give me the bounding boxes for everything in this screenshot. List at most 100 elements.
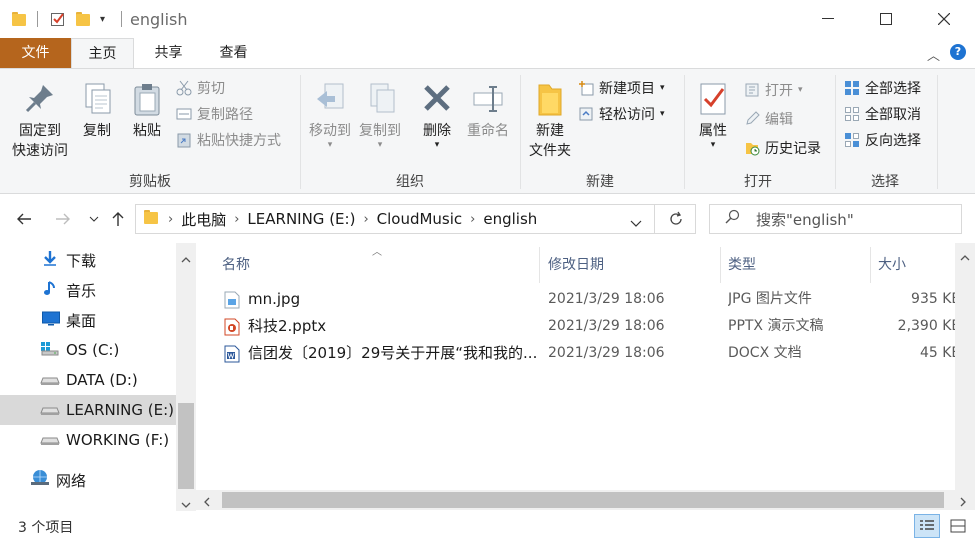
search-icon — [724, 209, 740, 229]
new-item-icon — [578, 80, 594, 96]
column-header-type[interactable]: 类型 — [728, 247, 756, 283]
move-to-button[interactable]: 移动到 ▾ — [304, 81, 356, 150]
tab-file[interactable]: 文件 — [0, 38, 71, 68]
open-button[interactable]: 打开 ▾ — [744, 79, 803, 101]
details-view-icon[interactable] — [914, 514, 940, 538]
address-bar[interactable]: › 此电脑 › LEARNING (E:) › CloudMusic › eng… — [135, 204, 696, 234]
column-divider[interactable] — [539, 247, 540, 283]
nav-item-label: LEARNING (E:) — [66, 401, 175, 419]
new-item-button[interactable]: 新建项目 ▾ — [578, 77, 665, 99]
breadcrumb-this-pc[interactable]: 此电脑 — [175, 209, 232, 230]
copy-button[interactable]: 复制 — [74, 81, 120, 141]
breadcrumb-current[interactable]: english — [477, 210, 543, 228]
nav-item-network[interactable]: 网络 — [0, 465, 176, 495]
address-history-chevron-icon[interactable] — [630, 215, 642, 231]
table-row[interactable]: 科技2.pptx 2021/3/29 18:06 PPTX 演示文稿 2,390… — [216, 313, 961, 340]
nav-scrollbar[interactable] — [176, 243, 196, 511]
column-divider[interactable] — [870, 247, 871, 283]
navigation-pane: 下载 音乐 桌面 OS (C:) DATA (D:) LEARNING (E:) — [0, 243, 196, 511]
properties-chevron-icon: ▾ — [710, 140, 716, 150]
new-folder-button[interactable]: 新建 文件夹 — [524, 81, 576, 161]
nav-item-os-c[interactable]: OS (C:) — [0, 335, 176, 365]
column-header-name[interactable]: 名称 — [222, 247, 250, 283]
tab-home[interactable]: 主页 — [71, 38, 134, 69]
desktop-icon — [42, 310, 60, 330]
tab-share[interactable]: 共享 — [137, 38, 200, 68]
scroll-up-chevron-icon[interactable] — [181, 251, 191, 267]
group-label-open: 打开 — [744, 174, 772, 190]
paste-shortcut-icon — [176, 132, 192, 148]
nav-scroll-thumb[interactable] — [178, 403, 194, 489]
forward-arrow-icon[interactable] — [51, 207, 75, 231]
new-folder-quick-icon[interactable] — [76, 9, 90, 29]
back-arrow-icon[interactable] — [12, 207, 36, 231]
customize-toolbar-chevron-icon[interactable]: ▾ — [100, 9, 105, 29]
scroll-down-chevron-icon[interactable] — [181, 496, 191, 512]
help-icon[interactable]: ? — [950, 44, 966, 60]
pin-label-line2: 快速访问 — [12, 143, 68, 159]
file-list-horizontal-scrollbar[interactable] — [196, 490, 975, 510]
scroll-right-chevron-icon[interactable] — [960, 495, 966, 511]
column-header-date[interactable]: 修改日期 — [548, 247, 604, 283]
large-icons-view-icon[interactable] — [945, 514, 971, 538]
properties-button[interactable]: 属性 ▾ — [690, 81, 736, 150]
scroll-left-chevron-icon[interactable] — [204, 495, 210, 511]
close-button[interactable] — [915, 0, 973, 38]
copy-to-button[interactable]: 复制到 ▾ — [354, 81, 406, 150]
breadcrumb-cloudmusic[interactable]: CloudMusic — [371, 210, 469, 228]
collapse-ribbon-chevron-icon[interactable]: ︿ — [927, 45, 940, 64]
ribbon-tabs: 文件 主页 共享 查看 ︿ ? — [0, 38, 975, 69]
tab-view[interactable]: 查看 — [202, 38, 265, 68]
select-none-button[interactable]: 全部取消 — [844, 103, 921, 125]
search-input[interactable]: 搜索"english" — [709, 204, 962, 234]
file-list-vertical-scrollbar[interactable] — [955, 243, 975, 490]
nav-item-desktop[interactable]: 桌面 — [0, 305, 176, 335]
refresh-icon[interactable] — [668, 211, 684, 231]
up-arrow-icon[interactable] — [106, 207, 130, 231]
paste-button[interactable]: 粘贴 — [124, 81, 170, 141]
edit-button[interactable]: 编辑 — [744, 108, 793, 130]
invert-selection-label: 反向选择 — [865, 133, 921, 149]
nav-item-learning-e[interactable]: LEARNING (E:) — [0, 395, 176, 425]
paste-shortcut-button[interactable]: 粘贴快捷方式 — [176, 129, 281, 151]
nav-item-downloads[interactable]: 下载 — [0, 245, 176, 275]
breadcrumb-separator-icon[interactable]: › — [468, 212, 477, 227]
recent-locations-chevron-icon[interactable] — [82, 207, 106, 231]
paste-icon — [130, 81, 164, 117]
nav-item-working-f[interactable]: WORKING (F:) — [0, 425, 176, 455]
rename-button[interactable]: 重命名 — [462, 81, 514, 141]
paste-shortcut-label: 粘贴快捷方式 — [197, 133, 281, 149]
easy-access-button[interactable]: 轻松访问 ▾ — [578, 103, 665, 125]
easy-access-label: 轻松访问 — [599, 107, 655, 123]
history-button[interactable]: 历史记录 — [744, 137, 821, 159]
copy-path-label: 复制路径 — [197, 107, 253, 123]
column-divider[interactable] — [720, 247, 721, 283]
invert-selection-button[interactable]: 反向选择 — [844, 129, 921, 151]
select-all-button[interactable]: 全部选择 — [844, 77, 921, 99]
pin-to-quick-access-button[interactable]: 固定到 快速访问 — [8, 81, 72, 161]
table-row[interactable]: 信团发〔2019〕29号关于开展“我和我的... 2021/3/29 18:06… — [216, 340, 961, 367]
delete-button[interactable]: 删除 ▾ — [414, 81, 460, 150]
maximize-button[interactable] — [857, 0, 915, 38]
breadcrumb-separator-icon[interactable]: › — [361, 212, 370, 227]
properties-check-icon[interactable] — [50, 9, 66, 29]
rename-icon — [471, 81, 505, 117]
move-to-icon — [313, 81, 347, 117]
breadcrumb-drive[interactable]: LEARNING (E:) — [241, 210, 361, 228]
breadcrumb-separator-icon[interactable]: › — [232, 212, 241, 227]
nav-item-music[interactable]: 音乐 — [0, 275, 176, 305]
breadcrumb-separator-icon[interactable]: › — [166, 212, 175, 227]
cut-label: 剪切 — [197, 81, 225, 97]
table-row[interactable]: mn.jpg 2021/3/29 18:06 JPG 图片文件 935 KB — [216, 286, 961, 313]
column-header-size[interactable]: 大小 — [878, 247, 906, 283]
nav-item-data-d[interactable]: DATA (D:) — [0, 365, 176, 395]
scroll-up-chevron-icon[interactable] — [960, 249, 970, 265]
copy-path-button[interactable]: 复制路径 — [176, 103, 253, 125]
horizontal-scroll-thumb[interactable] — [222, 492, 944, 508]
cut-button[interactable]: 剪切 — [176, 77, 225, 99]
title-bar: ▾ english — [0, 0, 975, 38]
delete-x-icon — [420, 81, 454, 117]
minimize-button[interactable] — [799, 0, 857, 38]
jpg-file-icon — [224, 291, 240, 313]
drive-icon — [40, 370, 60, 390]
